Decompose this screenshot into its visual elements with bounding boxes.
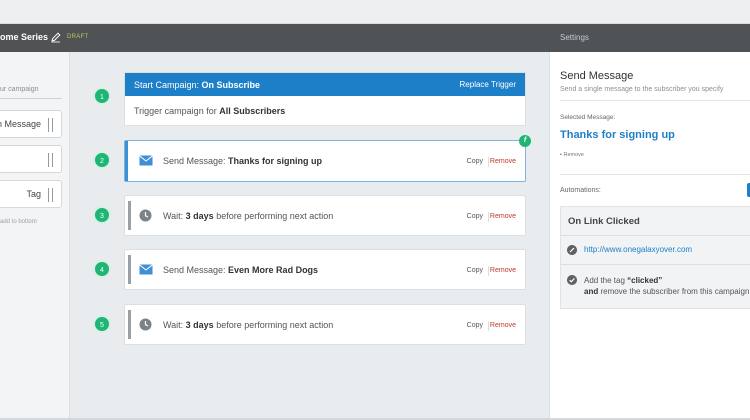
remove-button[interactable]: Remove (490, 322, 516, 329)
campaign-canvas: 1 2 3 4 5 Start Campaign: On Subscribe R… (71, 52, 548, 418)
action-text: Send Message: Thanks for signing up (163, 156, 323, 166)
link-icon (567, 245, 577, 255)
draft-badge: DRAFT (67, 34, 89, 40)
palette-item-label: Tag (26, 189, 41, 199)
drag-handle-icon[interactable] (48, 188, 53, 202)
palette-hint-underline (0, 98, 62, 99)
badge-f-icon: f (519, 135, 531, 147)
action-text: Wait: 3 days before performing next acti… (163, 320, 334, 330)
copy-button[interactable]: Copy (467, 158, 483, 165)
automation-box: On Link Clicked http://www.onegalaxyover… (560, 206, 750, 309)
automation-link[interactable]: http://www.onegalaxyover.com (584, 245, 692, 254)
palette-item-tag[interactable]: Tag (0, 180, 62, 208)
settings-title: Send Message (560, 70, 634, 82)
remove-selected-link[interactable]: ▪ Remove (560, 152, 584, 158)
trigger-description: Trigger campaign for All Subscribers (134, 106, 286, 116)
envelope-icon (139, 155, 153, 166)
trigger-title: Start Campaign: On Subscribe (134, 80, 261, 90)
divider (560, 174, 750, 175)
selected-message-label: Selected Message: (560, 114, 616, 121)
browser-top-strip (0, 0, 750, 24)
action-text: Wait: 3 days before performing next acti… (163, 211, 334, 221)
divider (561, 235, 750, 236)
step-number: 5 (93, 315, 111, 333)
remove-button[interactable]: Remove (490, 213, 516, 220)
card-accent-bar (128, 255, 131, 284)
card-accent-bar (128, 201, 131, 230)
action-palette: ur campaign n Message Tag add to bottom (0, 52, 70, 418)
palette-item-send-message[interactable]: n Message (0, 110, 62, 138)
divider (561, 264, 750, 265)
copy-button[interactable]: Copy (467, 267, 483, 274)
campaign-title[interactable]: ome Series (0, 32, 48, 42)
remove-button[interactable]: Remove (490, 158, 516, 165)
drag-handle-icon[interactable] (48, 153, 53, 167)
replace-trigger-link[interactable]: Replace Trigger (460, 80, 516, 89)
palette-item-wait[interactable] (0, 145, 62, 173)
app-header: ome Series DRAFT Settings (0, 24, 750, 52)
remove-button[interactable]: Remove (490, 267, 516, 274)
card-accent-bar (125, 141, 128, 181)
drag-handle-icon[interactable] (48, 118, 53, 132)
envelope-icon (139, 264, 153, 275)
settings-heading: Settings (560, 33, 589, 42)
step-number: 4 (93, 260, 111, 278)
action-separator (488, 212, 489, 222)
trigger-card[interactable]: Start Campaign: On Subscribe Replace Tri… (124, 72, 526, 126)
selected-message-value[interactable]: Thanks for signing up (560, 129, 675, 141)
step-number: 3 (93, 206, 111, 224)
automation-remove-text: and remove the subscriber from this camp… (584, 287, 750, 296)
palette-hint: ur campaign (0, 86, 39, 93)
action-card-wait[interactable]: Wait: 3 days before performing next acti… (124, 195, 526, 236)
action-card-wait[interactable]: Wait: 3 days before performing next acti… (124, 304, 526, 345)
action-separator (488, 266, 489, 276)
action-card-send-message[interactable]: Send Message: Even More Rad Dogs Copy Re… (124, 249, 526, 290)
add-to-bottom-hint: add to bottom (0, 219, 37, 225)
automation-tag-text: Add the tag “clicked” (584, 276, 663, 285)
automation-heading: On Link Clicked (568, 216, 640, 227)
step-number: 1 (93, 87, 111, 105)
copy-button[interactable]: Copy (467, 213, 483, 220)
clock-icon (139, 318, 152, 331)
action-separator (488, 157, 489, 167)
step-number: 2 (93, 151, 111, 169)
card-accent-bar (128, 310, 131, 339)
palette-item-label: n Message (0, 119, 41, 129)
divider (560, 100, 750, 101)
trigger-header: Start Campaign: On Subscribe Replace Tri… (125, 73, 525, 96)
action-card-send-message[interactable]: Send Message: Thanks for signing up Copy… (124, 140, 526, 182)
settings-subtitle: Send a single message to the subscriber … (560, 86, 724, 93)
pencil-icon[interactable] (50, 31, 62, 43)
check-icon (567, 275, 577, 285)
action-separator (488, 321, 489, 331)
copy-button[interactable]: Copy (467, 322, 483, 329)
clock-icon (139, 209, 152, 222)
action-text: Send Message: Even More Rad Dogs (163, 265, 319, 275)
automations-label: Automations: (560, 187, 601, 194)
settings-panel: Send Message Send a single message to th… (549, 52, 750, 418)
